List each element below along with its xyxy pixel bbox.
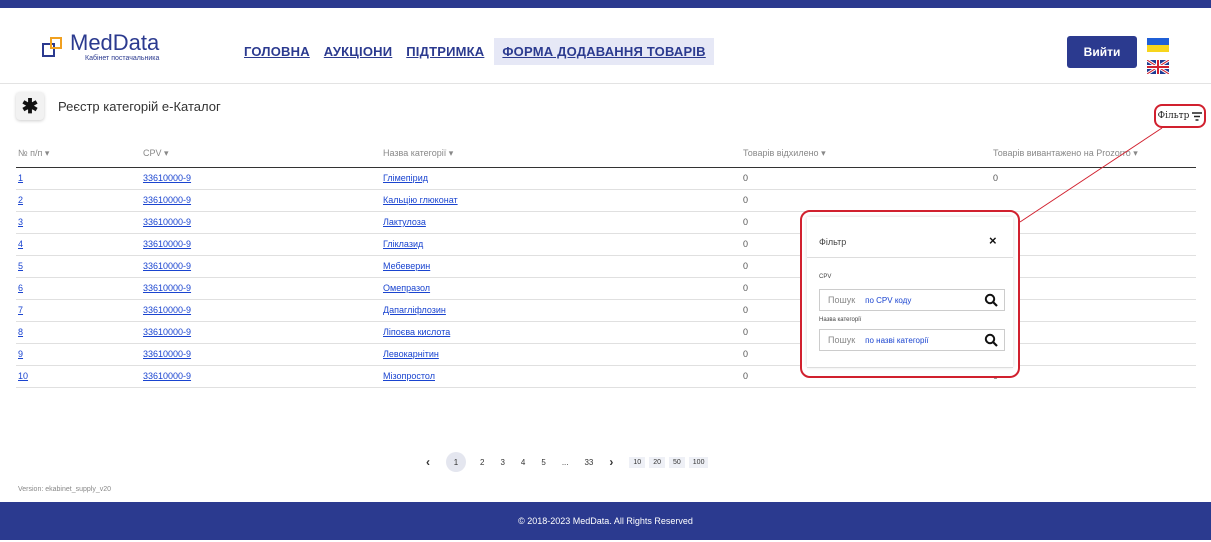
cpv-search-hint: по CPV коду (865, 295, 912, 305)
filter-modal-title: Фільтр (819, 237, 847, 247)
cpv-search-placeholder: Пошук (828, 295, 856, 305)
callout-line (1019, 127, 1163, 223)
search-icon[interactable] (984, 333, 998, 347)
cpv-label: CPV (819, 274, 832, 280)
name-search-hint: по назві категорії (865, 335, 929, 345)
divider (807, 367, 1013, 368)
divider (807, 257, 1013, 258)
filter-modal: Фільтр × CPV Пошук по CPV коду Назва кат… (800, 210, 1020, 378)
close-icon[interactable]: × (989, 233, 997, 248)
category-name-search-field[interactable]: Пошук по назві категорії (819, 329, 1005, 351)
cpv-search-field[interactable]: Пошук по CPV коду (819, 289, 1005, 311)
category-name-label: Назва категорії (819, 317, 862, 323)
search-icon[interactable] (984, 293, 998, 307)
name-search-placeholder: Пошук (828, 335, 856, 345)
filter-panel: Фільтр × CPV Пошук по CPV коду Назва кат… (807, 217, 1013, 368)
